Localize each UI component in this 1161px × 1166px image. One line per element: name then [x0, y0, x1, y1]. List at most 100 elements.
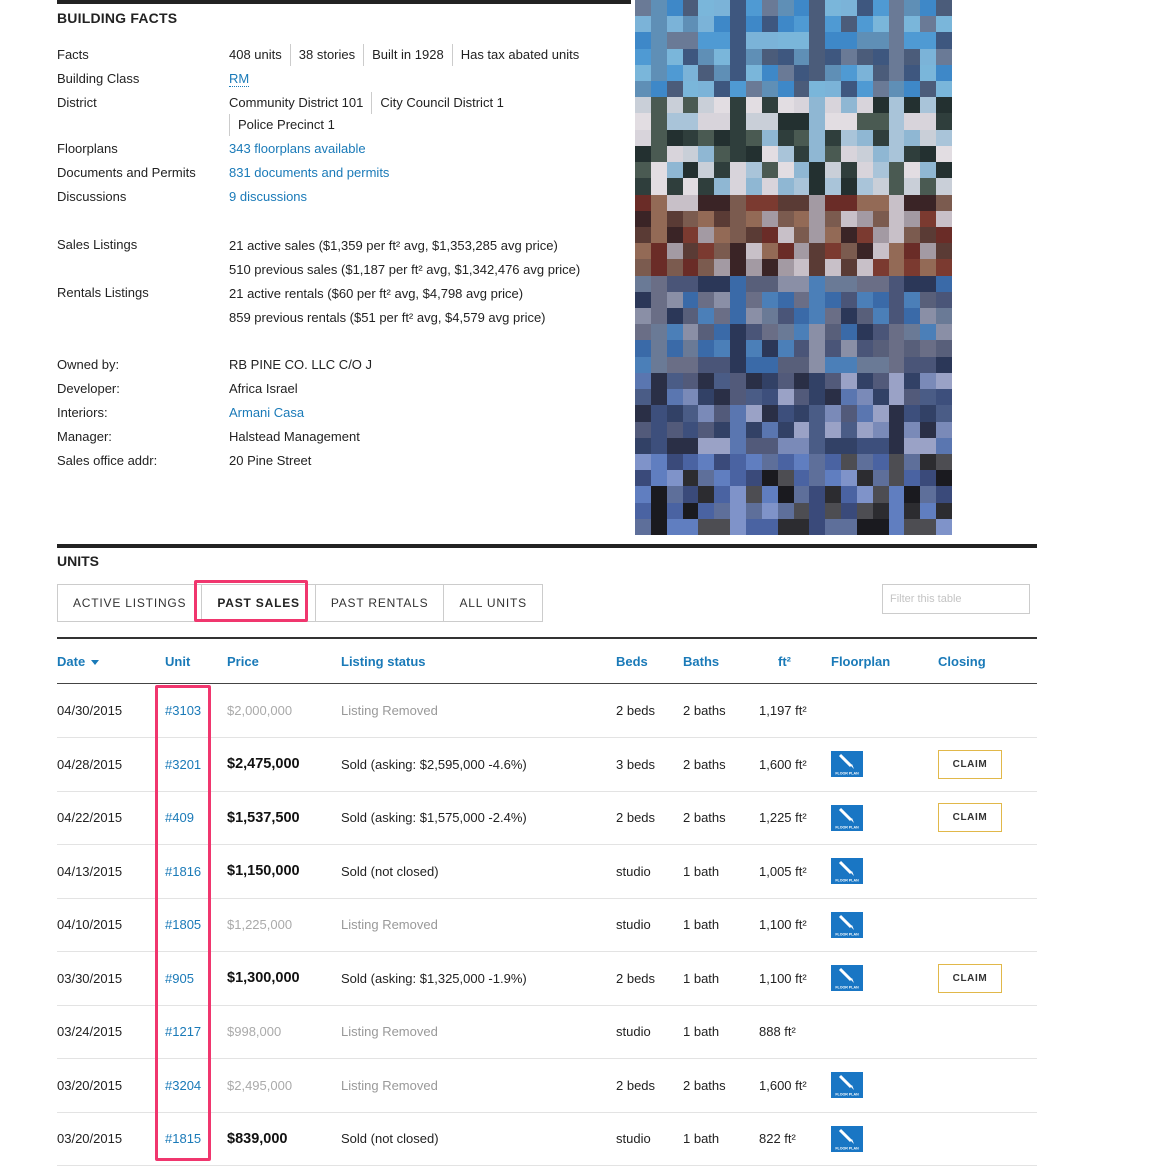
photo-pixel [698, 486, 715, 503]
cell-status: Listing Removed [341, 917, 438, 932]
column-header-price[interactable]: Price [227, 654, 259, 669]
photo-pixel [635, 291, 651, 309]
claim-button[interactable]: CLAIM [938, 749, 1002, 779]
photo-pixel [825, 243, 842, 260]
photo-pixel [888, 210, 905, 227]
photo-pixel [745, 356, 762, 373]
photo-pixel [872, 340, 889, 357]
photo-pixel [761, 389, 778, 406]
photo-pixel [698, 308, 715, 325]
photo-pixel [714, 405, 731, 422]
photo-pixel [761, 243, 778, 260]
photo-pixel [936, 48, 952, 65]
photo-pixel [872, 389, 889, 406]
photo-pixel [730, 372, 746, 390]
photo-pixel [777, 64, 794, 82]
floorplan-icon[interactable]: FLOOR PLAN [831, 911, 863, 938]
discussions-link[interactable]: 9 discussions [229, 189, 307, 204]
fact-label: Rentals Listings [57, 285, 149, 300]
photo-pixel [904, 81, 921, 98]
photo-pixel [872, 275, 889, 292]
sales-line: 21 active sales ($1,359 per ft² avg, $1,… [229, 238, 558, 253]
floorplan-icon[interactable]: FLOOR PLAN [831, 804, 863, 831]
photo-pixel [872, 129, 889, 146]
photo-pixel [730, 194, 746, 211]
photo-pixel [872, 291, 889, 309]
column-header-baths[interactable]: Baths [683, 654, 719, 669]
unit-column-highlight [155, 685, 211, 1161]
column-header-closing[interactable]: Closing [938, 654, 986, 669]
column-header-beds[interactable]: Beds [616, 654, 648, 669]
column-header-date[interactable]: Date [57, 654, 100, 669]
photo-pixel [635, 308, 651, 325]
photo-pixel [841, 389, 857, 406]
photo-pixel [920, 389, 937, 406]
floorplan-icon[interactable]: FLOOR PLAN [831, 1125, 863, 1152]
photo-pixel [714, 453, 731, 471]
photo-pixel [730, 48, 746, 65]
column-header-status[interactable]: Listing status [341, 654, 426, 669]
photo-pixel [856, 372, 873, 390]
interiors-link[interactable]: Armani Casa [229, 405, 304, 420]
photo-pixel [825, 194, 842, 211]
photo-pixel [666, 178, 683, 195]
photo-pixel [698, 437, 715, 454]
photo-pixel [856, 453, 873, 471]
photo-pixel [809, 194, 826, 211]
cell-date: 04/10/2015 [57, 917, 123, 932]
cell-beds: studio [616, 1131, 651, 1146]
photo-pixel [872, 48, 889, 65]
photo-pixel [698, 16, 715, 33]
fact-chip: Has tax abated units [451, 44, 588, 66]
column-header-sqft[interactable]: ft² [778, 654, 791, 669]
claim-button[interactable]: CLAIM [938, 963, 1002, 993]
photo-pixel [793, 145, 810, 163]
building-photo[interactable] [635, 0, 952, 535]
cell-price: $998,000 [227, 1024, 282, 1039]
photo-pixel [936, 259, 952, 276]
photo-pixel [920, 162, 937, 179]
photo-pixel [809, 226, 826, 244]
photo-pixel [650, 486, 667, 503]
column-header-unit[interactable]: Unit [165, 654, 190, 669]
photo-pixel [841, 259, 857, 276]
floorplan-icon[interactable]: FLOOR PLAN [831, 858, 863, 884]
photo-pixel [872, 97, 889, 114]
building-class-link[interactable]: RM [229, 71, 250, 87]
photo-pixel [714, 48, 731, 65]
documents-link[interactable]: 831 documents and permits [229, 165, 389, 180]
photo-pixel [888, 32, 905, 49]
filter-table-input[interactable] [882, 584, 1030, 614]
photo-pixel [698, 0, 715, 17]
photo-pixel [888, 437, 905, 454]
photo-pixel [682, 275, 699, 292]
photo-pixel [809, 356, 826, 373]
photo-pixel [730, 275, 746, 292]
floorplans-link[interactable]: 343 floorplans available [229, 141, 366, 156]
photo-pixel [872, 81, 889, 98]
tab-all-units[interactable]: ALL UNITS [444, 584, 543, 622]
photo-pixel [856, 275, 873, 292]
photo-pixel [745, 291, 762, 309]
photo-pixel [793, 437, 810, 454]
cell-sqft: 1,600 ft² [759, 1077, 807, 1093]
photo-pixel [730, 291, 746, 309]
photo-pixel [888, 178, 905, 195]
photo-pixel [872, 470, 889, 487]
photo-pixel [730, 340, 746, 357]
tab-past-rentals[interactable]: PAST RENTALS [315, 584, 445, 622]
claim-button[interactable]: CLAIM [938, 803, 1002, 832]
photo-pixel [904, 405, 921, 422]
photo-pixel [650, 178, 667, 195]
column-header-floorplan[interactable]: Floorplan [831, 654, 890, 669]
photo-pixel [825, 437, 842, 454]
tab-active-listings[interactable]: ACTIVE LISTINGS [57, 584, 203, 622]
photo-pixel [714, 129, 731, 146]
photo-pixel [745, 405, 762, 422]
photo-pixel [904, 178, 921, 195]
fact-value: 343 floorplans available [229, 138, 629, 160]
floorplan-icon[interactable]: FLOOR PLAN [831, 751, 863, 777]
floorplan-icon[interactable]: FLOOR PLAN [831, 1072, 863, 1098]
photo-pixel [635, 178, 651, 195]
floorplan-icon[interactable]: FLOOR PLAN [831, 965, 863, 991]
